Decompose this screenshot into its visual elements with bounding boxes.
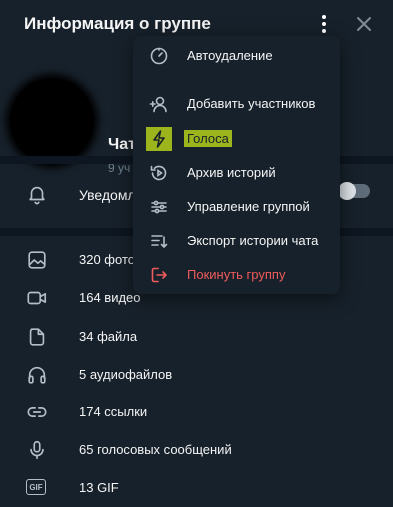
- menu-item-label: Экспорт истории чата: [187, 233, 319, 248]
- photo-icon: [26, 249, 48, 271]
- bell-icon: [26, 183, 48, 205]
- menu-item-story-archive[interactable]: Архив историй: [133, 156, 340, 190]
- link-icon: [26, 401, 48, 423]
- media-label: 164 видео: [79, 290, 141, 305]
- sliders-icon: [149, 197, 169, 217]
- menu-item-label: Управление группой: [187, 199, 310, 214]
- media-row-links[interactable]: 174 ссылки: [0, 393, 393, 431]
- media-label: 34 файла: [79, 329, 138, 344]
- menu-item-auto-delete[interactable]: Автоудаление: [133, 39, 340, 73]
- media-label: 13 GIF: [79, 480, 119, 495]
- lightning-icon: [149, 129, 169, 149]
- media-label: 174 ссылки: [79, 404, 148, 419]
- close-icon[interactable]: [352, 12, 376, 36]
- menu-item-leave-group[interactable]: Покинуть группу: [133, 258, 340, 292]
- menu-item-label: Добавить участников: [187, 96, 316, 111]
- headphones-icon: [26, 364, 48, 386]
- media-row-voice[interactable]: 65 голосовых сообщений: [0, 431, 393, 469]
- gif-icon: GIF: [26, 479, 46, 495]
- menu-item-label: Покинуть группу: [187, 267, 286, 282]
- leave-icon: [149, 265, 169, 285]
- video-icon: [26, 287, 48, 309]
- page-title: Информация о группе: [24, 14, 211, 33]
- toggle-knob: [338, 182, 356, 200]
- media-row-files[interactable]: 34 файла: [0, 318, 393, 356]
- media-label: 5 аудиофайлов: [79, 367, 173, 382]
- menu-item-voice-chat[interactable]: Голоса: [133, 122, 340, 156]
- group-options-menu: Автоудаление Добавить участников Голоса …: [133, 36, 340, 294]
- avatar: [10, 78, 94, 164]
- menu-item-label: Архив историй: [187, 165, 276, 180]
- export-icon: [149, 231, 169, 251]
- media-label: 320 фото: [79, 252, 135, 267]
- file-icon: [26, 326, 48, 348]
- menu-item-add-members[interactable]: Добавить участников: [133, 87, 340, 121]
- menu-item-manage-group[interactable]: Управление группой: [133, 190, 340, 224]
- highlighted-text: Голоса: [184, 130, 232, 147]
- notifications-label: Уведомл: [79, 187, 135, 203]
- notifications-toggle[interactable]: [338, 182, 370, 200]
- media-label: 65 голосовых сообщений: [79, 442, 232, 457]
- media-row-gif[interactable]: GIF 13 GIF: [0, 469, 393, 507]
- menu-item-export-history[interactable]: Экспорт истории чата: [133, 224, 340, 258]
- story-archive-icon: [149, 163, 169, 183]
- media-row-audio[interactable]: 5 аудиофайлов: [0, 356, 393, 394]
- timer-icon: [149, 46, 169, 66]
- menu-item-label: Голоса: [184, 130, 232, 147]
- add-user-icon: [149, 94, 169, 114]
- more-vertical-icon[interactable]: [312, 12, 336, 36]
- menu-item-label: Автоудаление: [187, 48, 273, 63]
- microphone-icon: [26, 439, 48, 461]
